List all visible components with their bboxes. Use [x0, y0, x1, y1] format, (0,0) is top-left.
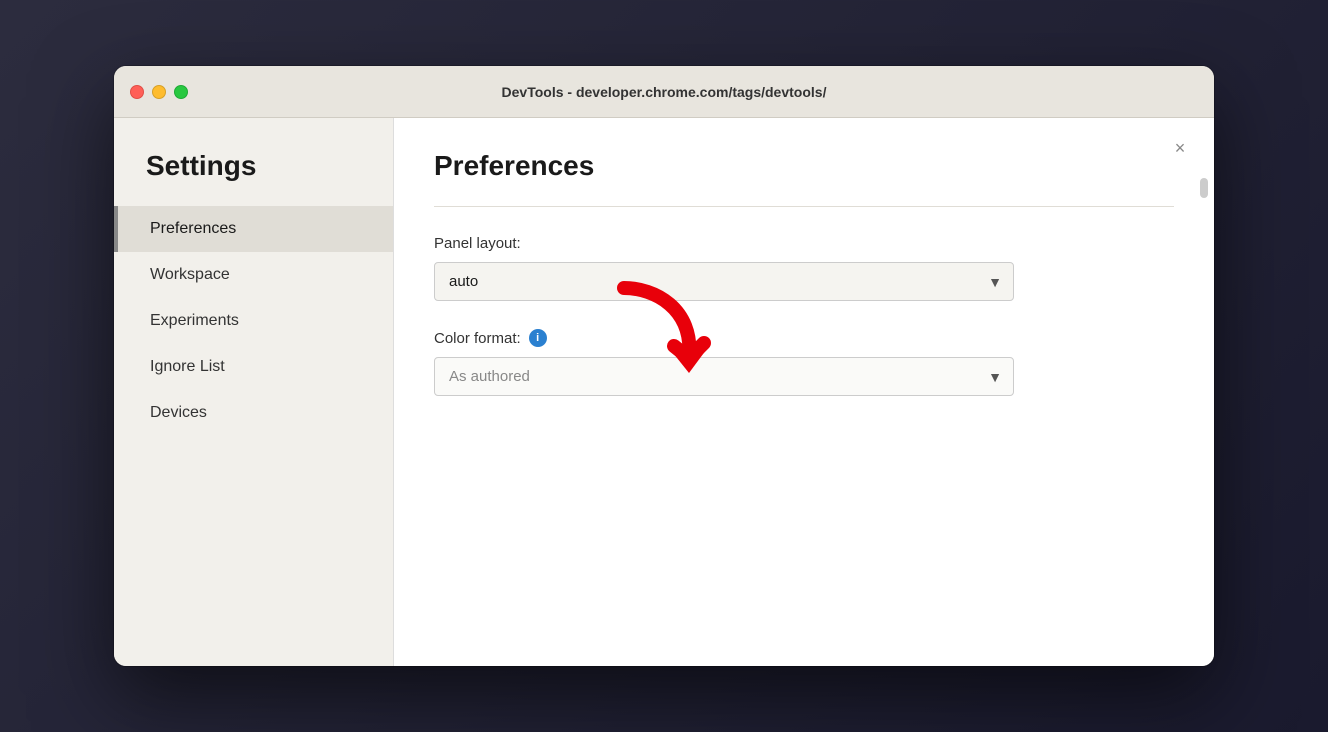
panel-layout-select-wrapper: auto horizontal vertical ▼: [434, 262, 1014, 301]
browser-window: DevTools - developer.chrome.com/tags/dev…: [114, 66, 1214, 666]
maximize-traffic-light[interactable]: [174, 85, 188, 99]
close-button[interactable]: ×: [1166, 134, 1194, 162]
color-format-label: Color format:: [434, 330, 521, 347]
divider: [434, 206, 1174, 207]
sidebar-item-experiments[interactable]: Experiments: [114, 298, 393, 344]
panel-layout-select[interactable]: auto horizontal vertical: [434, 262, 1014, 301]
sidebar-item-preferences[interactable]: Preferences: [114, 206, 393, 252]
panel-layout-group: Panel layout: auto horizontal vertical ▼: [434, 235, 1174, 301]
close-traffic-light[interactable]: [130, 85, 144, 99]
minimize-traffic-light[interactable]: [152, 85, 166, 99]
color-format-info-icon[interactable]: i: [529, 329, 547, 347]
panel-title: Preferences: [434, 150, 1174, 182]
panel-layout-label: Panel layout:: [434, 235, 1174, 252]
color-format-select[interactable]: As authored HEX RGB HSL: [434, 357, 1014, 396]
titlebar-title: DevTools - developer.chrome.com/tags/dev…: [502, 84, 827, 100]
main-panel: × Preferences Panel layout: auto horizon…: [394, 118, 1214, 666]
content-area: Settings Preferences Workspace Experimen…: [114, 118, 1214, 666]
titlebar: DevTools - developer.chrome.com/tags/dev…: [114, 66, 1214, 118]
settings-heading: Settings: [114, 150, 393, 206]
color-format-label-row: Color format: i: [434, 329, 1174, 347]
sidebar: Settings Preferences Workspace Experimen…: [114, 118, 394, 666]
desktop-background: DevTools - developer.chrome.com/tags/dev…: [0, 0, 1328, 732]
color-format-select-wrapper: As authored HEX RGB HSL ▼: [434, 357, 1014, 396]
sidebar-item-workspace[interactable]: Workspace: [114, 252, 393, 298]
traffic-lights: [130, 85, 188, 99]
scrollbar[interactable]: [1200, 178, 1208, 198]
sidebar-item-devices[interactable]: Devices: [114, 390, 393, 436]
sidebar-item-ignore-list[interactable]: Ignore List: [114, 344, 393, 390]
color-format-group: Color format: i As authored HEX RGB HSL …: [434, 329, 1174, 396]
